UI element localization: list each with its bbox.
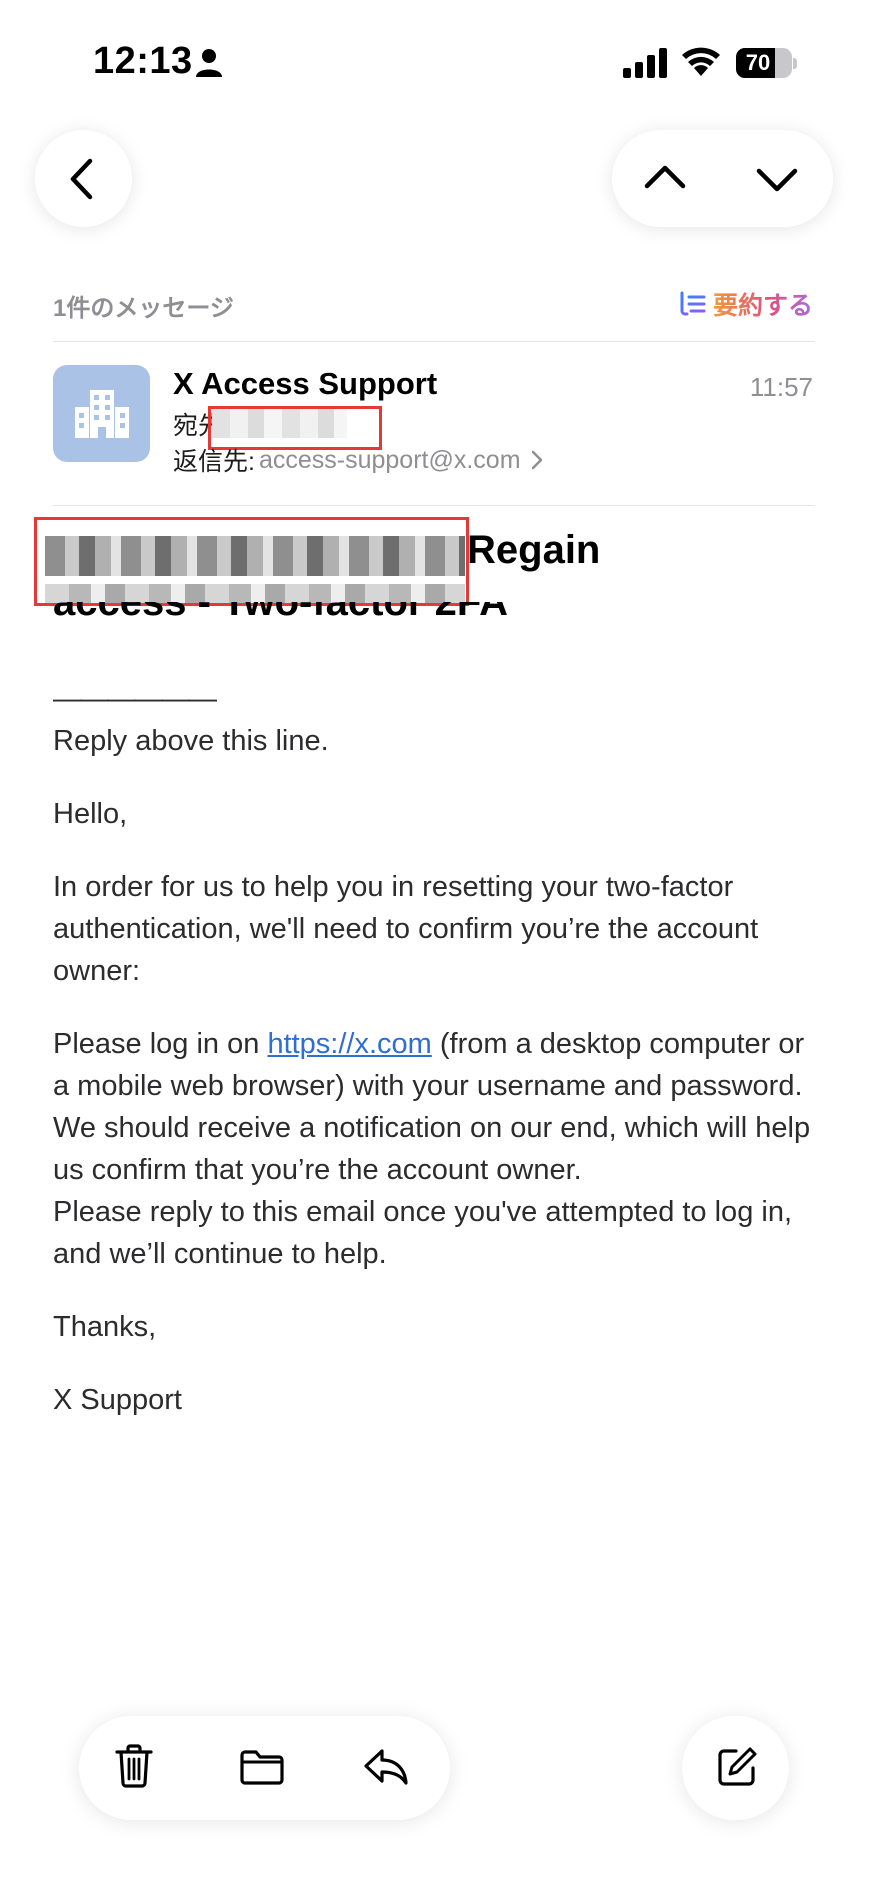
compose-icon xyxy=(718,1747,757,1786)
summarize-button[interactable]: 要約する xyxy=(679,286,813,322)
trash-icon xyxy=(115,1744,153,1788)
paragraph-1: In order for us to help you in resetting… xyxy=(53,871,759,987)
battery-icon: 70 xyxy=(736,48,792,78)
summarize-label: 要約する xyxy=(713,286,813,322)
bottom-toolbar xyxy=(79,1716,450,1820)
cellular-signal-icon xyxy=(623,48,667,78)
chevron-down-icon xyxy=(756,168,798,192)
sent-time: 11:57 xyxy=(749,372,813,402)
paragraph-2-prefix: Please log in on xyxy=(53,1028,268,1060)
status-time: 12:13 xyxy=(93,40,193,82)
chevron-right-icon xyxy=(531,450,542,470)
reply-button[interactable] xyxy=(327,1716,450,1820)
message-navigation xyxy=(612,130,833,227)
previous-message-button[interactable] xyxy=(612,130,722,227)
person-icon xyxy=(196,49,222,77)
message-body: —————— Reply above this line. Hello, In … xyxy=(53,678,823,1452)
paragraph-2-line3: Please reply to this email once you've a… xyxy=(53,1196,793,1270)
back-button[interactable] xyxy=(35,130,132,227)
header-divider xyxy=(53,341,815,342)
reply-to-address: access-support@x.com xyxy=(258,445,521,474)
chevron-up-icon xyxy=(644,165,686,189)
next-message-button[interactable] xyxy=(722,130,833,227)
wifi-icon xyxy=(682,47,720,76)
x-com-link[interactable]: https://x.com xyxy=(267,1028,431,1060)
paragraph-2: Please log in on https://x.com (from a d… xyxy=(53,1023,823,1275)
reply-to-row[interactable]: 返信先: access-support@x.com xyxy=(173,442,543,478)
redaction-box xyxy=(34,517,469,606)
reply-to-label: 返信先: xyxy=(173,448,255,476)
sender-divider xyxy=(53,505,815,506)
paragraph-2-line2: We should receive a notification on our … xyxy=(53,1112,811,1186)
chevron-left-icon xyxy=(70,158,93,200)
message-count: 1件のメッセージ xyxy=(53,295,234,322)
battery-cap xyxy=(793,58,797,69)
reply-separator: —————— xyxy=(53,683,217,715)
sender-name[interactable]: X Access Support xyxy=(173,366,437,402)
summarize-icon xyxy=(680,291,706,316)
avatar xyxy=(53,365,150,462)
reply-icon xyxy=(364,1749,408,1785)
status-bar: 12:13 70 xyxy=(0,0,869,120)
building-icon xyxy=(75,390,129,438)
compose-button[interactable] xyxy=(682,1716,789,1820)
closing: Thanks, xyxy=(53,1311,157,1343)
move-to-folder-button[interactable] xyxy=(203,1716,327,1820)
battery-percent: 70 xyxy=(745,50,771,75)
reply-above-note: Reply above this line. xyxy=(53,725,329,757)
subject-line1: Regain xyxy=(467,528,601,572)
folder-icon xyxy=(240,1750,284,1785)
delete-button[interactable] xyxy=(79,1716,203,1820)
signature: X Support xyxy=(53,1384,182,1416)
greeting: Hello, xyxy=(53,798,128,830)
